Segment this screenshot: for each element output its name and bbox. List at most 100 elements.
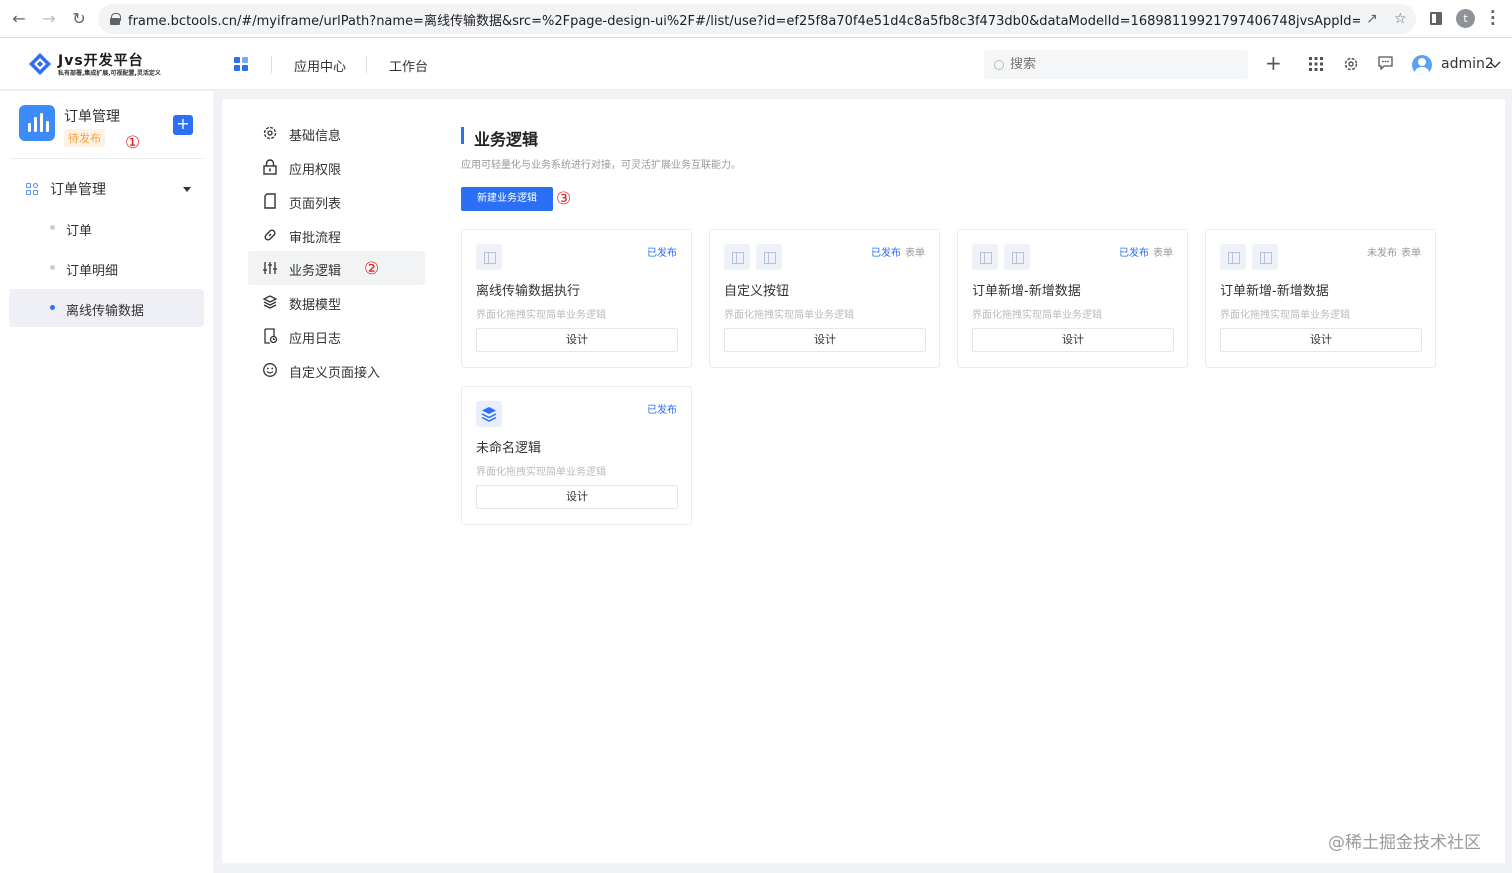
username[interactable]: admin2 (1441, 56, 1494, 72)
side-panel-icon[interactable] (1430, 12, 1442, 25)
nav-workbench[interactable]: 工作台 (389, 56, 428, 75)
logo[interactable]: Jvs开发平台 私有部署,集成扩展,可视配置,灵活定义 (28, 50, 188, 78)
app-sidebar: 订单管理 待发布 ① + 订单管理 订单 订单明细 离线传输数据 (0, 91, 213, 873)
card-description: 界面化拖拽实现简单业务逻辑 (476, 310, 606, 321)
menu-business-logic[interactable]: 业务逻辑 (248, 251, 425, 285)
menu-app-permission[interactable]: 应用权限 (248, 150, 425, 184)
header-divider (366, 56, 367, 73)
app-status-badge: 待发布 (64, 129, 105, 147)
card-title: 自定义按钮 (724, 284, 790, 299)
card-tags: 已发布 表单 (871, 244, 925, 259)
user-avatar[interactable] (1412, 55, 1432, 75)
browser-toolbar: ← → ↻ frame.bctools.cn/#/myiframe/urlPat… (0, 0, 1512, 38)
card-title: 离线传输数据执行 (476, 284, 581, 299)
annotation-marker-1: ① (125, 133, 141, 153)
form-icon (1004, 244, 1030, 270)
logic-card[interactable]: 未发布 表单 订单新增-新增数据 界面化拖拽实现简单业务逻辑 设计 (1205, 229, 1436, 368)
logic-card[interactable]: 已发布 离线传输数据执行 界面化拖拽实现简单业务逻辑 设计 (461, 229, 692, 368)
smile-icon (263, 363, 277, 377)
lock-icon[interactable] (110, 13, 121, 25)
caret-down-icon[interactable] (183, 187, 191, 192)
sidebar-group-order-management[interactable]: 订单管理 (26, 179, 196, 199)
brand-name: Jvs开发平台 (58, 53, 144, 69)
link-icon (264, 229, 276, 241)
design-button[interactable]: 设计 (972, 328, 1174, 352)
type-badge: 表单 (1401, 248, 1421, 259)
apps-grid-icon[interactable] (1309, 57, 1323, 71)
annotation-marker-2: ② (364, 259, 380, 279)
card-tags: 已发布 (647, 244, 677, 259)
bullet-icon (50, 265, 55, 270)
reload-icon[interactable]: ↻ (68, 9, 90, 28)
message-icon[interactable] (1378, 56, 1393, 70)
address-bar[interactable]: frame.bctools.cn/#/myiframe/urlPath?name… (98, 4, 1416, 34)
design-button[interactable]: 设计 (1220, 328, 1422, 352)
menu-custom-page[interactable]: 自定义页面接入 (248, 353, 425, 387)
search-icon (994, 59, 1004, 70)
menu-label: 应用权限 (289, 163, 342, 178)
menu-label: 基础信息 (289, 129, 342, 144)
form-icon (1252, 244, 1278, 270)
lock-icon (263, 159, 277, 175)
card-description: 界面化拖拽实现简单业务逻辑 (972, 310, 1102, 321)
sidebar-item-order-detail[interactable]: 订单明细 (9, 249, 204, 287)
log-icon (264, 328, 278, 344)
search-input[interactable] (1010, 57, 1230, 72)
status-badge: 已发布 (871, 248, 901, 259)
status-badge: 已发布 (1119, 248, 1149, 259)
card-description: 界面化拖拽实现简单业务逻辑 (1220, 310, 1350, 321)
card-description: 界面化拖拽实现简单业务逻辑 (724, 310, 854, 321)
form-icon (1220, 244, 1246, 270)
annotation-marker-3: ③ (556, 189, 572, 209)
bookmark-star-icon[interactable]: ☆ (1394, 11, 1407, 27)
add-button[interactable]: + (173, 115, 193, 135)
card-tags: 未发布 表单 (1367, 244, 1421, 259)
nav-app-center[interactable]: 应用中心 (294, 56, 346, 75)
form-icon (756, 244, 782, 270)
settings-icon[interactable] (1343, 56, 1359, 72)
type-badge: 表单 (905, 248, 925, 259)
sidebar-item-order[interactable]: 订单 (9, 209, 204, 247)
share-icon[interactable]: ↗ (1366, 11, 1378, 27)
design-button[interactable]: 设计 (476, 485, 678, 509)
menu-basic-info[interactable]: 基础信息 (248, 116, 425, 150)
status-badge: 已发布 (647, 248, 677, 259)
menu-app-log[interactable]: 应用日志 (248, 319, 425, 353)
design-button[interactable]: 设计 (476, 328, 678, 352)
chevron-down-icon[interactable] (1489, 61, 1501, 69)
menu-label: 审批流程 (289, 231, 342, 246)
header-divider (271, 56, 272, 73)
main-panel: 基础信息 应用权限 页面列表 审批流程 业务逻辑 ② 数据模型 应用日志 自定义… (222, 99, 1505, 863)
header-search[interactable] (984, 50, 1248, 79)
menu-approval-flow[interactable]: 审批流程 (248, 218, 425, 252)
section-description: 应用可轻量化与业务系统进行对接，可灵活扩展业务互联能力。 (461, 160, 741, 171)
menu-page-list[interactable]: 页面列表 (248, 184, 425, 218)
logic-card[interactable]: 已发布 未命名逻辑 界面化拖拽实现简单业务逻辑 设计 (461, 386, 692, 525)
menu-label: 自定义页面接入 (289, 366, 381, 381)
back-icon[interactable]: ← (8, 9, 30, 28)
url-text[interactable]: frame.bctools.cn/#/myiframe/urlPath?name… (128, 10, 1360, 29)
app-chart-icon (19, 105, 55, 141)
menu-data-model[interactable]: 数据模型 (248, 285, 425, 319)
logo-mark-icon (29, 53, 51, 75)
app-grid-icon[interactable] (234, 57, 249, 72)
plus-icon[interactable]: + (1265, 51, 1282, 75)
profile-avatar[interactable]: t (1456, 9, 1475, 28)
sliders-icon (263, 262, 277, 274)
grid-icon (26, 183, 38, 195)
bullet-icon (50, 305, 55, 310)
logic-card[interactable]: 已发布 表单 自定义按钮 界面化拖拽实现简单业务逻辑 设计 (709, 229, 940, 368)
status-badge: 已发布 (647, 405, 677, 416)
card-description: 界面化拖拽实现简单业务逻辑 (476, 467, 606, 478)
logic-card[interactable]: 已发布 表单 订单新增-新增数据 界面化拖拽实现简单业务逻辑 设计 (957, 229, 1188, 368)
new-business-logic-button[interactable]: 新建业务逻辑 (461, 187, 553, 211)
forward-icon[interactable]: → (38, 9, 60, 28)
gear-icon (263, 126, 277, 140)
sidebar-item-offline-data[interactable]: 离线传输数据 (9, 289, 204, 327)
browser-menu-icon[interactable]: · · · (1490, 5, 1496, 32)
card-tags: 已发布 表单 (1119, 244, 1173, 259)
bullet-icon (50, 225, 55, 230)
design-button[interactable]: 设计 (724, 328, 926, 352)
page-icon (264, 193, 276, 209)
form-icon (724, 244, 750, 270)
